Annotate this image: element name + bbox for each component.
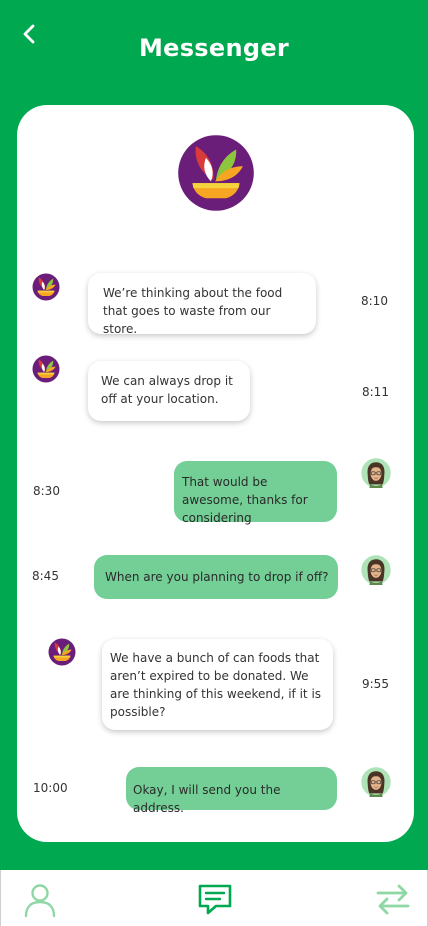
message-time: 9:55 <box>362 677 389 691</box>
chat-icon[interactable] <box>196 880 234 918</box>
store-logo-icon <box>174 131 258 215</box>
swap-arrows-icon[interactable] <box>374 880 412 918</box>
message-bubble: That would be awesome, thanks for consid… <box>174 461 337 525</box>
message-bubble: We’re thinking about the food that goes … <box>88 273 316 336</box>
message-time: 8:10 <box>361 294 388 308</box>
page-title: Messenger <box>138 34 290 62</box>
user-avatar-icon <box>361 767 391 797</box>
store-avatar-icon <box>31 354 61 384</box>
store-avatar-icon <box>31 272 61 302</box>
message-bubble: Okay, I will send you the address. <box>126 767 337 815</box>
message-time: 10:00 <box>33 781 68 795</box>
store-avatar-icon <box>47 637 77 667</box>
message-bubble: When are you planning to drop if off? <box>94 555 338 599</box>
message-bubble: We have a bunch of can foods that aren’t… <box>102 639 333 730</box>
message-time: 8:45 <box>32 569 59 583</box>
message-bubble: We can always drop it off at your locati… <box>88 361 250 421</box>
user-avatar-icon <box>361 458 391 488</box>
profile-icon[interactable] <box>21 880 59 918</box>
chat-card: We’re thinking about the food that goes … <box>17 105 414 842</box>
message-time: 8:11 <box>362 385 389 399</box>
user-avatar-icon <box>361 555 391 585</box>
bottom-nav <box>0 870 428 926</box>
header-background: Messenger We’re thinking about the food … <box>0 0 428 870</box>
message-time: 8:30 <box>33 484 60 498</box>
